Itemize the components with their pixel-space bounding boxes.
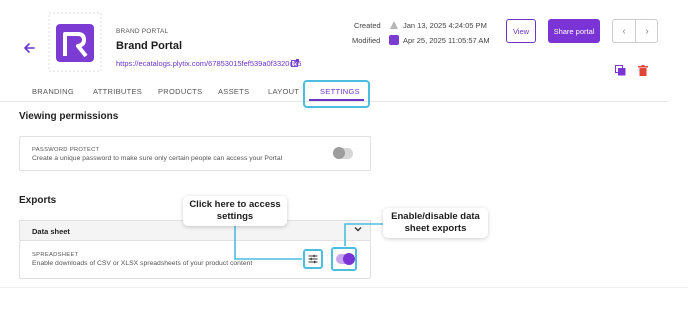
copy-icon[interactable] bbox=[615, 65, 626, 76]
modified-label: Modified bbox=[352, 36, 381, 45]
pagination-nav: ‹ › bbox=[612, 19, 658, 43]
created-label: Created bbox=[354, 21, 381, 30]
tab-attributes[interactable]: ATTRIBUTES bbox=[93, 87, 142, 96]
tab-layout[interactable]: LAYOUT bbox=[268, 87, 299, 96]
toggle-callout: Enable/disable data sheet exports bbox=[383, 208, 488, 238]
portal-logo bbox=[48, 12, 102, 72]
portal-kicker: BRAND PORTAL bbox=[116, 28, 169, 35]
tab-branding[interactable]: BRANDING bbox=[32, 87, 74, 96]
chevron-left-icon[interactable]: ‹ bbox=[613, 20, 635, 42]
share-portal-button[interactable]: Share portal bbox=[548, 19, 600, 43]
page-title: Brand Portal bbox=[116, 40, 183, 52]
chevron-down-icon[interactable] bbox=[354, 225, 362, 233]
chevron-right-icon[interactable]: › bbox=[636, 20, 658, 42]
page-bottom-divider bbox=[0, 287, 688, 288]
password-protect-description: Create a unique password to make sure on… bbox=[32, 155, 283, 162]
data-sheet-title: Data sheet bbox=[32, 227, 70, 236]
exports-heading: Exports bbox=[19, 195, 57, 206]
password-protect-toggle[interactable] bbox=[333, 147, 353, 159]
arrow-left-icon[interactable] bbox=[22, 41, 36, 55]
portal-url-link[interactable]: https://ecatalogs.plytix.com/67853015fef… bbox=[116, 59, 302, 68]
spreadsheet-settings-button[interactable] bbox=[303, 249, 323, 269]
tab-assets[interactable]: ASSETS bbox=[218, 87, 249, 96]
view-button[interactable]: View bbox=[506, 19, 536, 43]
spreadsheet-toggle-highlight bbox=[331, 247, 357, 271]
password-protect-card: PASSWORD PROTECT Create a unique passwor… bbox=[19, 136, 371, 171]
settings-tab-highlight bbox=[303, 80, 370, 108]
viewing-permissions-heading: Viewing permissions bbox=[19, 111, 119, 122]
created-user-icon bbox=[390, 21, 398, 29]
sliders-icon bbox=[308, 254, 318, 264]
spreadsheet-export-toggle[interactable] bbox=[336, 253, 355, 265]
modified-value: Apr 25, 2025 11:05:57 AM bbox=[403, 36, 490, 45]
settings-callout: Click here to access settings bbox=[183, 196, 287, 226]
modified-user-icon bbox=[389, 35, 399, 45]
spreadsheet-description: Enable downloads of CSV or XLSX spreadsh… bbox=[32, 260, 253, 267]
spreadsheet-label: SPREADSHEET bbox=[32, 252, 79, 258]
external-link-icon[interactable] bbox=[291, 59, 299, 67]
trash-icon[interactable] bbox=[638, 65, 648, 76]
password-protect-label: PASSWORD PROTECT bbox=[32, 147, 100, 153]
created-value: Jan 13, 2025 4:24:05 PM bbox=[403, 21, 487, 30]
tab-products[interactable]: PRODUCTS bbox=[158, 87, 203, 96]
